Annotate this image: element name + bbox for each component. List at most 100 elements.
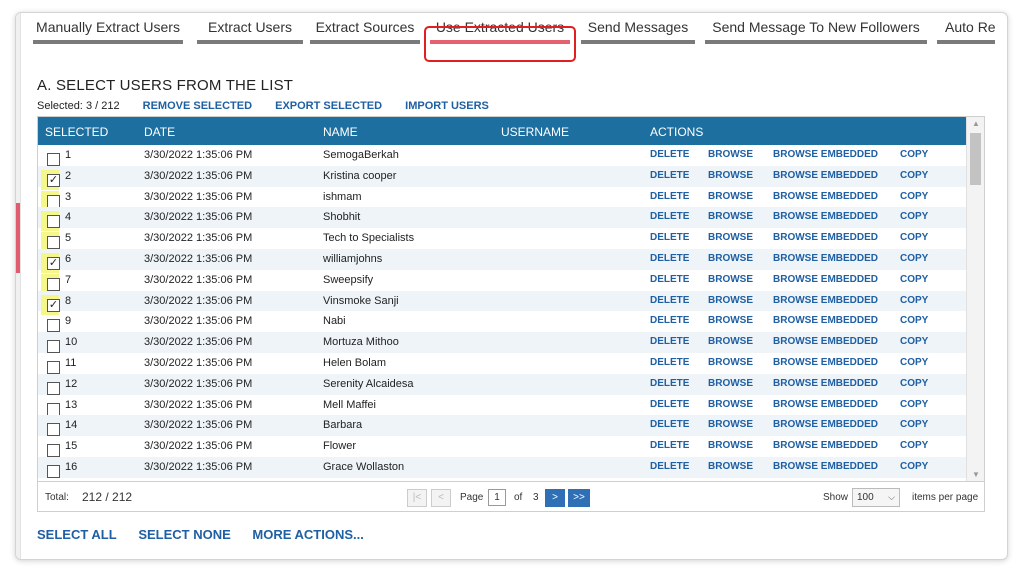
copy-link[interactable]: COPY — [900, 399, 928, 410]
browse-embedded-link[interactable]: BROWSE EMBEDDED — [773, 440, 878, 451]
copy-link[interactable]: COPY — [900, 191, 928, 202]
delete-link[interactable]: DELETE — [650, 232, 689, 243]
browse-embedded-link[interactable]: BROWSE EMBEDDED — [773, 378, 878, 389]
row-checkbox[interactable]: ✓ — [47, 256, 60, 270]
row-checkbox[interactable]: ✓ — [47, 173, 60, 187]
row-checkbox[interactable] — [47, 153, 60, 166]
header-name[interactable]: NAME — [323, 125, 358, 139]
copy-link[interactable]: COPY — [900, 170, 928, 181]
browse-link[interactable]: BROWSE — [708, 253, 753, 264]
delete-link[interactable]: DELETE — [650, 274, 689, 285]
browse-link[interactable]: BROWSE — [708, 191, 753, 202]
copy-link[interactable]: COPY — [900, 378, 928, 389]
vertical-scrollbar[interactable]: ▲ ▼ — [966, 117, 984, 481]
delete-link[interactable]: DELETE — [650, 419, 689, 430]
browse-embedded-link[interactable]: BROWSE EMBEDDED — [773, 211, 878, 222]
copy-link[interactable]: COPY — [900, 253, 928, 264]
copy-link[interactable]: COPY — [900, 232, 928, 243]
tab-send-message-new-followers[interactable]: Send Message To New Followers — [705, 16, 927, 44]
row-checkbox[interactable] — [47, 423, 60, 437]
browse-link[interactable]: BROWSE — [708, 170, 753, 181]
row-checkbox[interactable] — [47, 360, 60, 374]
delete-link[interactable]: DELETE — [650, 461, 689, 472]
row-checkbox[interactable] — [47, 464, 60, 478]
next-page-button[interactable]: > — [545, 489, 565, 507]
browse-embedded-link[interactable]: BROWSE EMBEDDED — [773, 191, 878, 202]
browse-embedded-link[interactable]: BROWSE EMBEDDED — [773, 357, 878, 368]
browse-embedded-link[interactable]: BROWSE EMBEDDED — [773, 170, 878, 181]
copy-link[interactable]: COPY — [900, 295, 928, 306]
copy-link[interactable]: COPY — [900, 440, 928, 451]
copy-link[interactable]: COPY — [900, 149, 928, 160]
browse-link[interactable]: BROWSE — [708, 315, 753, 326]
browse-embedded-link[interactable]: BROWSE EMBEDDED — [773, 295, 878, 306]
delete-link[interactable]: DELETE — [650, 191, 689, 202]
delete-link[interactable]: DELETE — [650, 357, 689, 368]
delete-link[interactable]: DELETE — [650, 378, 689, 389]
more-actions-button[interactable]: MORE ACTIONS... — [252, 527, 363, 542]
browse-link[interactable]: BROWSE — [708, 461, 753, 472]
tab-extract-users[interactable]: Extract Users — [197, 16, 303, 44]
row-checkbox[interactable] — [47, 444, 60, 458]
page-input[interactable]: 1 — [488, 489, 506, 506]
select-all-button[interactable]: SELECT ALL — [37, 527, 117, 542]
browse-embedded-link[interactable]: BROWSE EMBEDDED — [773, 336, 878, 347]
row-checkbox[interactable] — [47, 236, 60, 250]
remove-selected-link[interactable]: REMOVE SELECTED — [143, 100, 252, 112]
row-checkbox[interactable] — [47, 319, 60, 333]
browse-link[interactable]: BROWSE — [708, 295, 753, 306]
scroll-up-icon[interactable]: ▲ — [967, 119, 984, 128]
delete-link[interactable]: DELETE — [650, 295, 689, 306]
row-checkbox[interactable] — [47, 215, 60, 229]
copy-link[interactable]: COPY — [900, 315, 928, 326]
browse-link[interactable]: BROWSE — [708, 419, 753, 430]
browse-link[interactable]: BROWSE — [708, 378, 753, 389]
browse-embedded-link[interactable]: BROWSE EMBEDDED — [773, 232, 878, 243]
copy-link[interactable]: COPY — [900, 461, 928, 472]
browse-link[interactable]: BROWSE — [708, 149, 753, 160]
delete-link[interactable]: DELETE — [650, 170, 689, 181]
browse-embedded-link[interactable]: BROWSE EMBEDDED — [773, 149, 878, 160]
browse-link[interactable]: BROWSE — [708, 440, 753, 451]
browse-link[interactable]: BROWSE — [708, 232, 753, 243]
export-selected-link[interactable]: EXPORT SELECTED — [275, 100, 382, 112]
browse-link[interactable]: BROWSE — [708, 357, 753, 368]
copy-link[interactable]: COPY — [900, 211, 928, 222]
delete-link[interactable]: DELETE — [650, 149, 689, 160]
browse-embedded-link[interactable]: BROWSE EMBEDDED — [773, 461, 878, 472]
browse-link[interactable]: BROWSE — [708, 274, 753, 285]
row-checkbox[interactable]: ✓ — [47, 298, 60, 312]
header-date[interactable]: DATE — [144, 125, 175, 139]
copy-link[interactable]: COPY — [900, 419, 928, 430]
tab-manually-extract-users[interactable]: Manually Extract Users — [33, 16, 183, 44]
scroll-down-icon[interactable]: ▼ — [967, 470, 984, 479]
scroll-thumb[interactable] — [970, 133, 981, 185]
row-checkbox[interactable] — [47, 194, 60, 208]
delete-link[interactable]: DELETE — [650, 440, 689, 451]
browse-link[interactable]: BROWSE — [708, 336, 753, 347]
browse-embedded-link[interactable]: BROWSE EMBEDDED — [773, 315, 878, 326]
last-page-button[interactable]: >> — [568, 489, 590, 507]
browse-embedded-link[interactable]: BROWSE EMBEDDED — [773, 274, 878, 285]
copy-link[interactable]: COPY — [900, 274, 928, 285]
delete-link[interactable]: DELETE — [650, 211, 689, 222]
import-users-link[interactable]: IMPORT USERS — [405, 100, 489, 112]
row-checkbox[interactable] — [47, 340, 60, 354]
browse-link[interactable]: BROWSE — [708, 399, 753, 410]
browse-embedded-link[interactable]: BROWSE EMBEDDED — [773, 399, 878, 410]
header-username[interactable]: USERNAME — [501, 125, 569, 139]
browse-embedded-link[interactable]: BROWSE EMBEDDED — [773, 419, 878, 430]
delete-link[interactable]: DELETE — [650, 315, 689, 326]
row-checkbox[interactable] — [47, 277, 60, 291]
per-page-select[interactable]: 100 ⌵ — [852, 488, 900, 507]
delete-link[interactable]: DELETE — [650, 399, 689, 410]
select-none-button[interactable]: SELECT NONE — [138, 527, 230, 542]
header-selected[interactable]: SELECTED — [45, 125, 108, 139]
browse-link[interactable]: BROWSE — [708, 211, 753, 222]
tab-send-messages[interactable]: Send Messages — [581, 16, 695, 44]
row-checkbox[interactable] — [47, 381, 60, 395]
prev-page-button[interactable]: < — [431, 489, 451, 507]
first-page-button[interactable]: |< — [407, 489, 427, 507]
copy-link[interactable]: COPY — [900, 357, 928, 368]
delete-link[interactable]: DELETE — [650, 336, 689, 347]
